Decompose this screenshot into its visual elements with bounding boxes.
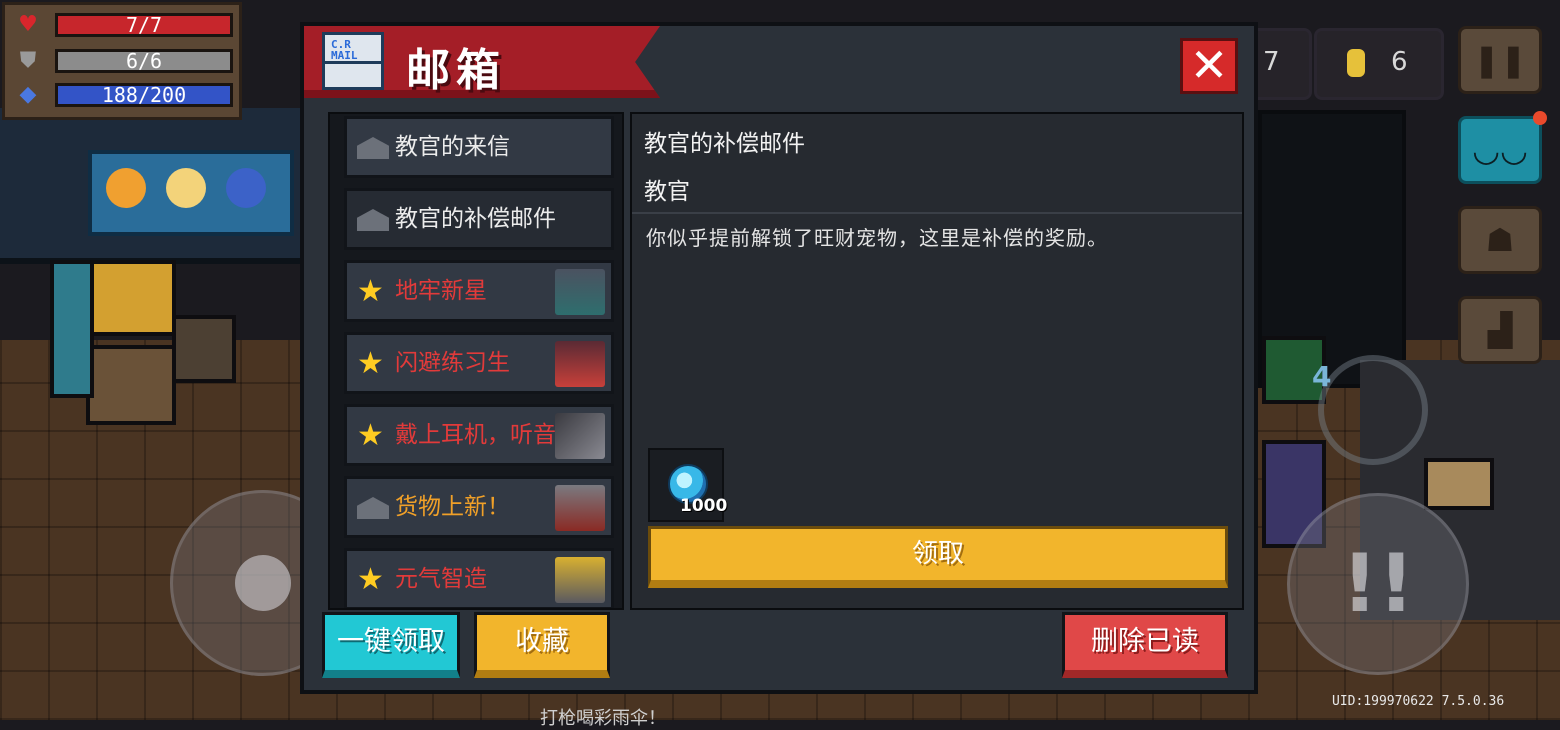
pause-button[interactable]: ❚❚ [1458, 26, 1542, 94]
status-panel: ♥ 7/7 ⛊ 6/6 ◆ 188/200 [2, 2, 242, 120]
armor-bar: 6/6 [55, 49, 233, 73]
mail-envelope-icon: C.R MAIL [322, 32, 384, 90]
mail-sender: 教官 [644, 179, 690, 205]
mail-list[interactable]: 教官的来信 教官的补偿邮件 ★ 地牢新星 ★ 闪避练习生 ★ 戴上耳机，听音 货… [328, 112, 624, 610]
armor-row: ⛊ 6/6 [13, 47, 237, 75]
crate [172, 315, 236, 383]
notification-dot [1533, 111, 1547, 125]
mail-thumbnail [555, 413, 605, 459]
blue-machine [50, 260, 94, 398]
mailbox-dialog: C.R MAIL 邮箱 ✕ 教官的来信 教官的补偿邮件 ★ 地牢新星 ★ 闪避练… [300, 22, 1258, 694]
bottom-caption: 打枪喝彩雨伞！ [540, 708, 666, 729]
shield-icon: ⛊ [19, 48, 37, 73]
weapon-switch-button[interactable] [1318, 355, 1428, 465]
star-icon: ★ [357, 562, 384, 597]
swap-panel [86, 345, 176, 425]
joystick-knob[interactable] [235, 555, 291, 611]
mail-item[interactable]: ★ 地牢新星 [344, 260, 614, 322]
weapon-slot-badge: 4 [1312, 360, 1332, 393]
mail-item-selected[interactable]: 教官的补偿邮件 [344, 188, 614, 250]
mail-item-label: 闪避练习生 [395, 350, 510, 376]
claim-all-button[interactable]: 一键领取 [322, 612, 460, 678]
mail-item[interactable]: 教官的来信 [344, 116, 614, 178]
mail-item[interactable]: ★ 元气智造 [344, 548, 614, 608]
coin-icon [1347, 49, 1365, 77]
envelope-icon [357, 497, 389, 519]
energy-row: ◆ 188/200 [13, 81, 237, 109]
envelope-icon [357, 209, 389, 231]
reward-quantity: 1000 [680, 496, 728, 516]
chat-robot-button[interactable]: ◡◡ [1458, 111, 1547, 184]
energy-bar: 188/200 [55, 83, 233, 107]
dialog-body: 教官的来信 教官的补偿邮件 ★ 地牢新星 ★ 闪避练习生 ★ 戴上耳机，听音 货… [318, 102, 1244, 682]
close-button[interactable]: ✕ [1180, 38, 1238, 94]
favorite-button[interactable]: 收藏 [474, 612, 610, 678]
star-icon: ★ [357, 418, 384, 453]
mail-item-label: 教官的补偿邮件 [395, 206, 556, 232]
divider [632, 212, 1242, 214]
map-pin-panel [86, 260, 176, 336]
friends-button[interactable]: ☗ [1458, 206, 1542, 274]
mail-item[interactable]: 货物上新！ [344, 476, 614, 538]
coin-counter: 6 [1314, 28, 1444, 100]
mail-thumbnail [555, 485, 605, 531]
mail-item-label: 戴上耳机，听音 [395, 422, 556, 448]
mail-item[interactable]: ★ 闪避练习生 [344, 332, 614, 394]
gem-count: 7 [1263, 47, 1280, 77]
dialog-title: 邮箱 [406, 45, 506, 96]
mail-item[interactable]: ★ 戴上耳机，听音 [344, 404, 614, 466]
heart-icon: ♥ [18, 12, 38, 37]
mail-thumbnail [555, 341, 605, 387]
wall-poster [88, 150, 294, 236]
uid-version-text: UID:199970622 7.5.0.36 [1332, 694, 1505, 709]
skill-button[interactable]: !! [1287, 493, 1469, 675]
mail-content: 教官的补偿邮件 教官 你似乎提前解锁了旺财宠物，这里是补偿的奖励。 1000 领… [630, 112, 1244, 610]
hp-bar: 7/7 [55, 13, 233, 37]
mail-item-label: 货物上新！ [395, 494, 510, 520]
upgrade-button[interactable]: ▟ [1458, 296, 1542, 364]
mail-item-label: 元气智造 [395, 566, 487, 592]
mail-body: 你似乎提前解锁了旺财宠物，这里是补偿的奖励。 [646, 226, 1108, 250]
delete-read-button[interactable]: 删除已读 [1062, 612, 1228, 678]
close-icon: ✕ [1189, 38, 1229, 92]
mail-item-label: 教官的来信 [395, 134, 510, 160]
mail-thumbnail [555, 557, 605, 603]
reward-slot[interactable]: 1000 [648, 448, 728, 522]
mail-thumbnail [555, 269, 605, 315]
star-icon: ★ [357, 346, 384, 381]
coin-count: 6 [1391, 47, 1408, 77]
mail-item-label: 地牢新星 [395, 278, 487, 304]
star-icon: ★ [357, 274, 384, 309]
energy-diamond-icon: ◆ [19, 82, 37, 107]
hp-row: ♥ 7/7 [13, 11, 237, 39]
claim-button[interactable]: 领取 [648, 526, 1228, 588]
title-banner: C.R MAIL 邮箱 [304, 26, 660, 98]
certificate-frame [1424, 458, 1494, 510]
mail-title: 教官的补偿邮件 [644, 131, 805, 157]
envelope-icon [357, 137, 389, 159]
